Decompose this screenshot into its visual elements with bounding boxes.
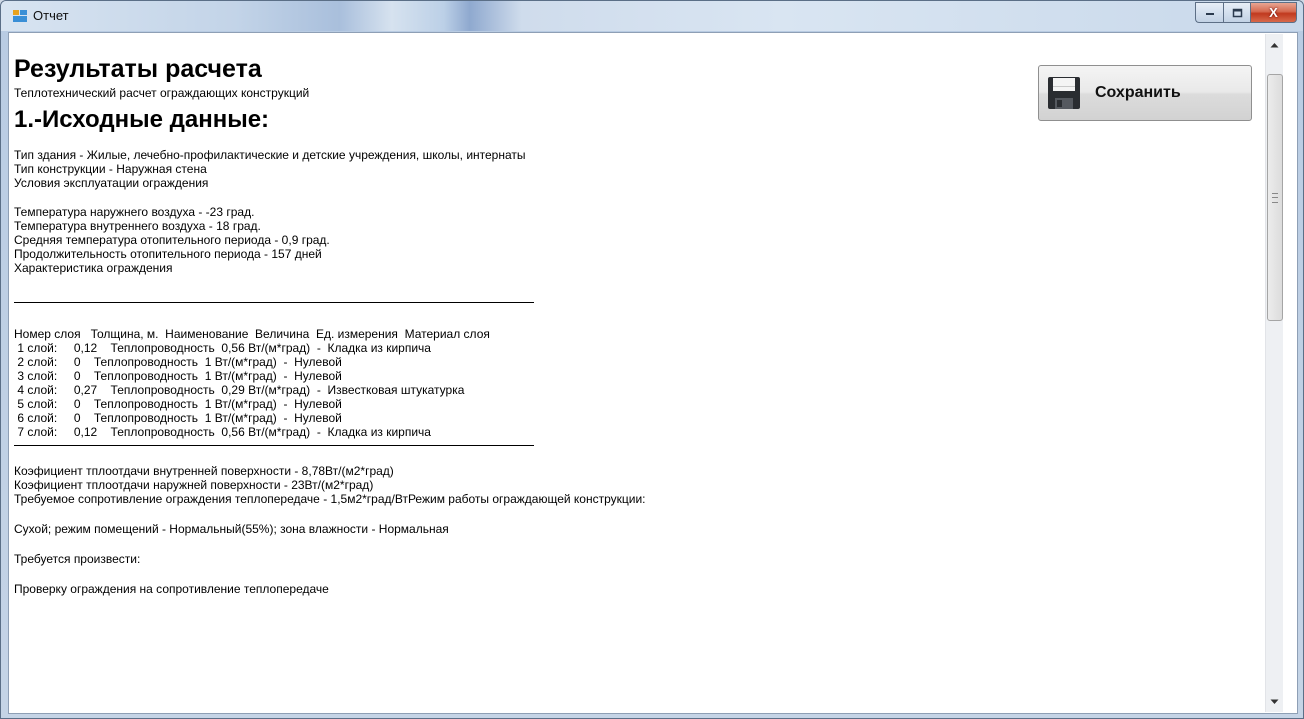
outdoor-temp-line: Температура наружнего воздуха - -23 град… bbox=[14, 205, 255, 219]
layer-row: 3 слой: 0 Теплопроводность 1 Вт/(м*град)… bbox=[14, 369, 342, 383]
scroll-up-arrow-icon bbox=[1270, 42, 1279, 47]
title-bar[interactable]: Отчет X bbox=[1, 1, 1303, 31]
report-content[interactable]: Результаты расчета Теплотехнический расч… bbox=[10, 34, 1264, 712]
minimize-icon bbox=[1205, 12, 1214, 15]
layer-row: 2 слой: 0 Теплопроводность 1 Вт/(м*град)… bbox=[14, 355, 342, 369]
outer-heat-transfer-line: Коэфициент тплоотдачи наружней поверхнос… bbox=[14, 478, 374, 492]
maximize-button[interactable] bbox=[1223, 2, 1250, 23]
vertical-scrollbar[interactable] bbox=[1265, 34, 1283, 712]
grip-icon bbox=[1272, 193, 1278, 203]
scroll-up-button[interactable] bbox=[1266, 36, 1283, 53]
required-actions-line: Требуется произвести: bbox=[14, 552, 141, 566]
floppy-disk-icon bbox=[1048, 77, 1080, 109]
heating-avg-temp-line: Средняя температура отопительного период… bbox=[14, 233, 330, 247]
report-viewer[interactable]: Результаты расчета Теплотехнический расч… bbox=[8, 32, 1298, 714]
inner-heat-transfer-line: Коэфициент тплоотдачи внутренней поверхн… bbox=[14, 464, 394, 478]
enclosure-characteristics-line: Характеристика ограждения bbox=[14, 261, 173, 275]
close-button[interactable]: X bbox=[1250, 2, 1297, 23]
scrollbar-thumb[interactable] bbox=[1267, 74, 1283, 321]
layer-row: 1 слой: 0,12 Теплопроводность 0,56 Вт/(м… bbox=[14, 341, 431, 355]
required-resistance-line: Требуемое сопротивление ограждения тепло… bbox=[14, 492, 646, 506]
layer-row: 5 слой: 0 Теплопроводность 1 Вт/(м*град)… bbox=[14, 397, 342, 411]
layer-row: 4 слой: 0,27 Теплопроводность 0,29 Вт/(м… bbox=[14, 383, 465, 397]
layer-row: 6 слой: 0 Теплопроводность 1 Вт/(м*град)… bbox=[14, 411, 342, 425]
check-resistance-line: Проверку ограждения на сопротивление теп… bbox=[14, 582, 329, 596]
layer-row: 7 слой: 0,12 Теплопроводность 0,56 Вт/(м… bbox=[14, 425, 431, 439]
report-window: Отчет X Результаты расчета Теплотехничес… bbox=[0, 0, 1304, 719]
layers-table-header: Номер слоя Толщина, м. Наименование Вели… bbox=[14, 327, 490, 341]
operating-conditions-line: Условия эксплуатации ограждения bbox=[14, 176, 209, 190]
app-icon[interactable] bbox=[13, 10, 27, 22]
building-type-line: Тип здания - Жилые, лечебно-профилактиче… bbox=[14, 148, 526, 162]
operating-mode-line: Сухой; режим помещений - Нормальный(55%)… bbox=[14, 522, 449, 536]
window-title: Отчет bbox=[33, 8, 69, 23]
scroll-down-button[interactable] bbox=[1266, 693, 1283, 710]
minimize-button[interactable] bbox=[1195, 2, 1223, 23]
save-button[interactable]: Сохранить bbox=[1038, 65, 1252, 121]
save-button-label: Сохранить bbox=[1095, 84, 1181, 101]
construction-type-line: Тип конструкции - Наружная стена bbox=[14, 162, 207, 176]
maximize-icon bbox=[1232, 8, 1242, 17]
close-icon: X bbox=[1269, 5, 1278, 20]
heating-duration-line: Продолжительность отопительного периода … bbox=[14, 247, 322, 261]
scroll-down-arrow-icon bbox=[1270, 699, 1279, 704]
indoor-temp-line: Температура внутреннего воздуха - 18 гра… bbox=[14, 219, 261, 233]
